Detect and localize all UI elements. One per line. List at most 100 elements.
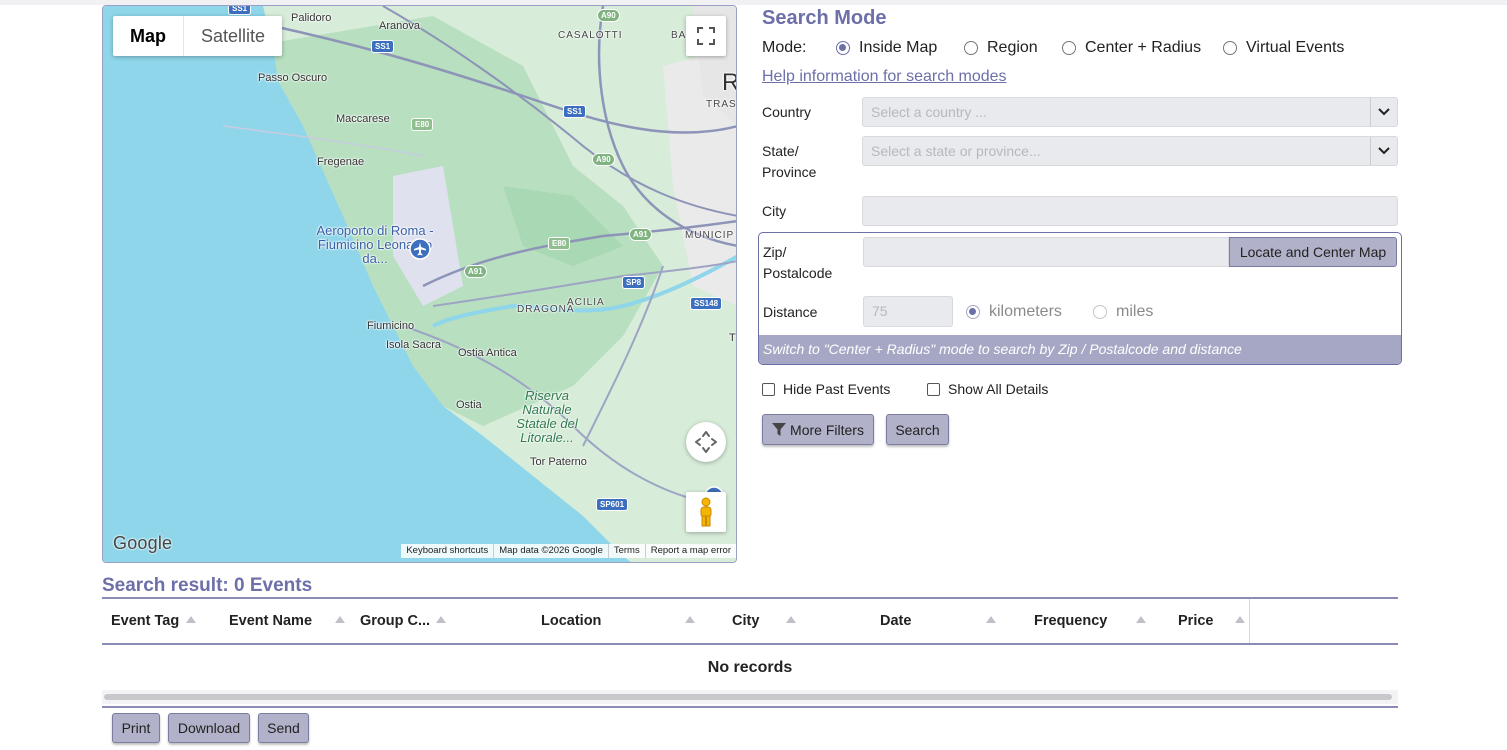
sort-asc-icon[interactable] [986,616,996,623]
keyboard-shortcuts-link[interactable]: Keyboard shortcuts [401,544,493,558]
airport-icon[interactable] [409,238,431,260]
send-button[interactable]: Send [258,713,309,743]
checkbox-icon[interactable] [927,382,940,396]
country-label: Country [762,104,812,120]
map-data-text: Map data ©2026 Google [493,544,608,558]
col-header-date[interactable]: Date [880,599,911,643]
mode-radio-inside-map[interactable]: Inside Map [836,39,937,57]
city-input[interactable] [862,196,1398,226]
table-bottom-border [102,706,1398,708]
map-pan-control[interactable] [686,422,726,462]
state-label-line1: State/ [762,143,799,159]
road-shield: A91 [629,228,652,241]
mode-option-label: Virtual Events [1246,39,1345,56]
sort-asc-icon[interactable] [436,616,446,623]
zip-label-line2: Postalcode [763,265,833,281]
map-type-toggle: Map Satellite [113,16,283,56]
road-shield: SP8 [622,276,646,289]
radio-icon[interactable] [1062,41,1076,55]
sort-asc-icon[interactable] [685,616,695,623]
zip-label: Zip/ Postalcode [763,242,832,284]
move-arrows-icon [695,431,717,453]
show-all-details-checkbox[interactable]: Show All Details [927,381,1048,397]
mode-radio-center-radius[interactable]: Center + Radius [1062,39,1201,57]
zip-label-line1: Zip/ [763,244,787,260]
map-type-satellite-button[interactable]: Satellite [184,16,282,56]
distance-input[interactable]: 75 [863,296,953,327]
map-type-map-button[interactable]: Map [113,16,184,56]
radio-checked-icon[interactable] [836,41,850,55]
unit-kilometers-radio[interactable]: kilometers [966,303,1062,321]
sort-asc-icon[interactable] [786,616,796,623]
state-label: State/ Province [762,141,816,183]
filter-icon [772,423,787,436]
chevron-down-icon[interactable] [1370,137,1397,165]
column-divider [1249,599,1250,643]
sort-asc-icon[interactable] [186,616,196,623]
mode-label: Mode: [762,39,807,56]
col-header-location[interactable]: Location [541,599,601,643]
map-label-r: R [722,69,736,97]
download-button[interactable]: Download [168,713,250,743]
state-label-line2: Province [762,164,817,180]
road-shield: SS1 [563,105,587,118]
sort-asc-icon[interactable] [335,616,345,623]
map-label-aranova: Aranova [379,20,420,32]
street-view-button[interactable] [686,492,726,532]
checkbox-icon[interactable] [762,382,775,396]
map-label-passo-oscuro: Passo Oscuro [258,72,328,84]
search-button[interactable]: Search [886,414,949,445]
table-header: Event Tag Event Name Group C... Location… [102,597,1398,645]
col-header-group[interactable]: Group C... [360,599,430,643]
map-label-ostia: Ostia [456,399,482,411]
report-map-error-link[interactable]: Report a map error [644,544,736,558]
unit-kilometers-label: kilometers [989,303,1062,320]
help-search-modes-link[interactable]: Help information for search modes [762,68,1007,86]
map-label-trast: TRAST [706,99,737,110]
more-filters-button[interactable]: More Filters [762,414,874,445]
terms-link[interactable]: Terms [607,544,645,558]
map-label-dragona: DRAGONA [517,304,575,315]
chevron-down-icon[interactable] [1370,98,1397,126]
map-label-tor-paterno: Tor Paterno [530,456,587,468]
radio-icon[interactable] [1223,41,1237,55]
distance-label: Distance [763,304,818,320]
fullscreen-icon [697,27,715,45]
zip-input[interactable] [863,237,1229,267]
radio-icon[interactable] [1093,305,1107,319]
map-label-fiumicino: Fiumicino [367,320,415,332]
mode-radio-region[interactable]: Region [964,39,1038,57]
col-header-event-tag[interactable]: Event Tag [111,599,179,643]
search-result-title: Search result: 0 Events [102,575,313,596]
locate-center-map-button[interactable]: Locate and Center Map [1229,237,1397,267]
col-header-city[interactable]: City [732,599,759,643]
col-header-frequency[interactable]: Frequency [1034,599,1107,643]
scrollbar-thumb[interactable] [104,694,1392,700]
map-label-maccarese: Maccarese [336,113,390,125]
col-header-event-name[interactable]: Event Name [229,599,312,643]
fullscreen-button[interactable] [686,16,726,56]
map-view[interactable]: Palidoro Aranova CASALOTTI Passo Oscuro … [102,5,737,563]
radio-checked-icon[interactable] [966,305,980,319]
sort-asc-icon[interactable] [1235,616,1245,623]
mode-radio-virtual-events[interactable]: Virtual Events [1223,39,1344,57]
col-header-price[interactable]: Price [1178,599,1213,643]
radio-icon[interactable] [964,41,978,55]
print-button[interactable]: Print [112,713,160,743]
country-placeholder: Select a country ... [871,104,987,120]
zip-distance-panel: Zip/ Postalcode Locate and Center Map Di… [758,232,1402,365]
country-select[interactable]: Select a country ... [862,97,1398,127]
road-shield: E80 [411,118,434,131]
road-shield: A91 [464,265,487,278]
hide-past-events-checkbox[interactable]: Hide Past Events [762,381,890,397]
mode-option-label: Region [987,39,1038,56]
sort-asc-icon[interactable] [1136,616,1146,623]
mode-option-label: Inside Map [859,39,938,56]
state-select[interactable]: Select a state or province... [862,136,1398,166]
map-label-casalotti: CASALOTTI [558,30,623,41]
map-label-fregenae: Fregenae [317,156,365,168]
hide-past-events-label: Hide Past Events [783,381,891,397]
unit-miles-radio[interactable]: miles [1093,303,1153,321]
search-mode-title: Search Mode [762,7,887,29]
horizontal-scrollbar[interactable] [102,690,1398,704]
